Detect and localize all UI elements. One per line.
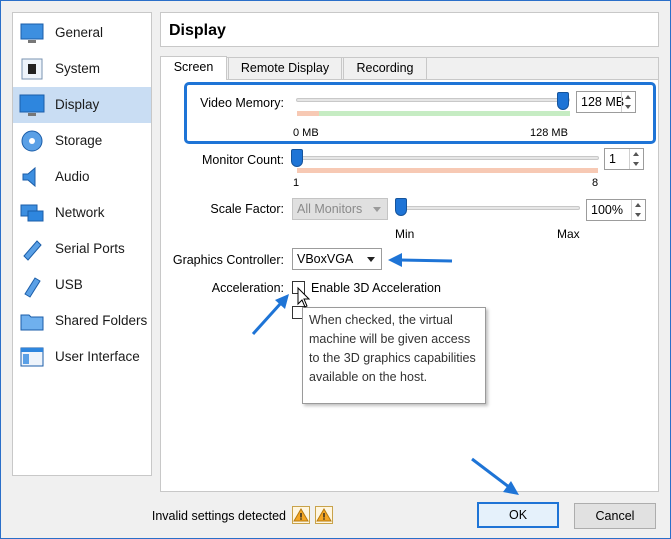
- sidebar-item-user-interface[interactable]: User Interface: [13, 339, 151, 375]
- display-icon: [19, 94, 45, 116]
- spin-arrows[interactable]: [631, 200, 645, 220]
- monitor-count-label: Monitor Count:: [202, 153, 284, 167]
- enable-3d-acceleration-label[interactable]: Enable 3D Acceleration: [311, 281, 441, 295]
- usb-icon: [24, 277, 41, 298]
- chevron-down-icon: [373, 207, 381, 212]
- sidebar-item-serial-ports[interactable]: Serial Ports: [13, 231, 151, 267]
- sidebar-item-shared-folders[interactable]: Shared Folders: [13, 303, 151, 339]
- page-title: Display: [169, 22, 226, 39]
- sidebar-item-label: Network: [55, 205, 105, 220]
- sidebar-item-storage[interactable]: Storage: [13, 123, 151, 159]
- sidebar-item-label: Serial Ports: [55, 241, 125, 256]
- tooltip: When checked, the virtual machine will b…: [302, 307, 486, 404]
- scale-factor-spinbox[interactable]: 100%: [586, 199, 646, 221]
- acceleration-label: Acceleration:: [211, 281, 284, 295]
- warning-icon[interactable]: [292, 506, 310, 524]
- graphics-controller-select[interactable]: VBoxVGA: [292, 248, 382, 270]
- scale-factor-monitor-value: All Monitors: [297, 202, 363, 216]
- sidebar-item-label: Shared Folders: [55, 313, 148, 328]
- scale-factor-monitor-select: All Monitors: [292, 198, 388, 220]
- sidebar-item-audio[interactable]: Audio: [13, 159, 151, 195]
- sidebar-item-label: General: [55, 25, 104, 40]
- chevron-down-icon[interactable]: [633, 162, 639, 166]
- tab-screen[interactable]: Screen: [160, 56, 227, 80]
- system-icon: [21, 58, 43, 80]
- tab-recording[interactable]: Recording: [343, 57, 427, 79]
- scale-factor-slider-thumb[interactable]: [395, 198, 407, 216]
- audio-icon: [22, 166, 36, 188]
- chevron-down-icon[interactable]: [635, 213, 641, 217]
- chevron-up-icon[interactable]: [635, 203, 641, 207]
- video-memory-highlight: [184, 82, 656, 144]
- storage-icon: [21, 130, 43, 152]
- cancel-button[interactable]: Cancel: [574, 503, 656, 529]
- warning-icon[interactable]: [315, 506, 333, 524]
- network-icon: [20, 204, 44, 222]
- enable-3d-acceleration-checkbox[interactable]: [292, 281, 305, 294]
- scale-factor-min-label: Min: [395, 227, 415, 241]
- graphics-controller-label: Graphics Controller:: [172, 253, 284, 267]
- chevron-down-icon: [367, 257, 375, 262]
- serial-ports-icon: [23, 240, 42, 261]
- sidebar-item-label: User Interface: [55, 349, 140, 364]
- scale-factor-max-label: Max: [557, 227, 580, 241]
- sidebar-item-label: Display: [55, 97, 100, 112]
- settings-sidebar: General System Display Storage Audio Net…: [12, 12, 152, 476]
- folder-icon: [20, 314, 44, 331]
- user-interface-icon: [20, 347, 44, 367]
- status-text: Invalid settings detected: [151, 509, 286, 523]
- sidebar-item-label: USB: [55, 277, 83, 292]
- sidebar-item-general[interactable]: General: [13, 15, 151, 51]
- sidebar-item-system[interactable]: System: [13, 51, 151, 87]
- chevron-up-icon[interactable]: [633, 152, 639, 156]
- monitor-count-band: [297, 168, 598, 173]
- monitor-count-max-label: 8: [592, 177, 599, 189]
- monitor-count-spinbox[interactable]: 1: [604, 148, 644, 170]
- sidebar-item-usb[interactable]: USB: [13, 267, 151, 303]
- monitor-count-value: 1: [609, 152, 616, 166]
- page-header: Display: [160, 12, 659, 47]
- sidebar-item-label: Storage: [55, 133, 103, 148]
- sidebar-item-label: Audio: [55, 169, 90, 184]
- general-icon: [20, 23, 44, 43]
- scale-factor-value: 100%: [591, 203, 623, 217]
- monitor-count-min-label: 1: [293, 177, 300, 189]
- graphics-controller-value: VBoxVGA: [297, 252, 354, 266]
- scale-factor-label: Scale Factor:: [210, 202, 284, 216]
- sidebar-item-network[interactable]: Network: [13, 195, 151, 231]
- monitor-count-slider-thumb[interactable]: [291, 149, 303, 167]
- ok-button[interactable]: OK: [477, 502, 559, 528]
- monitor-count-slider[interactable]: [296, 156, 599, 160]
- scale-factor-slider[interactable]: [398, 206, 580, 210]
- tab-remote-display[interactable]: Remote Display: [228, 57, 342, 79]
- sidebar-item-display[interactable]: Display: [13, 87, 151, 123]
- sidebar-item-label: System: [55, 61, 101, 76]
- spin-arrows[interactable]: [629, 149, 643, 169]
